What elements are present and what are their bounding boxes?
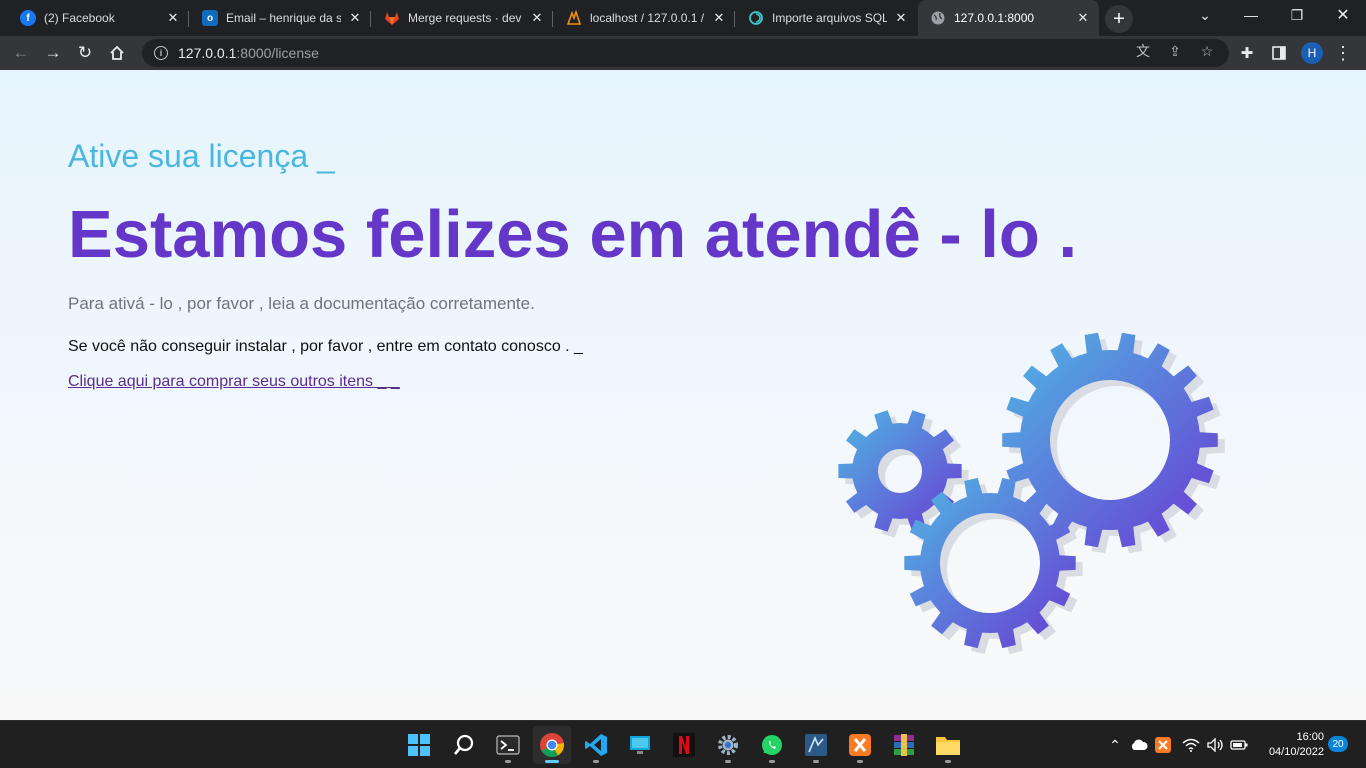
terminal-icon[interactable] (489, 726, 527, 764)
running-indicator (813, 760, 819, 763)
swirl-icon (748, 10, 764, 26)
tab-facebook[interactable]: f (2) Facebook ✕ (8, 3, 189, 33)
tab-separator (552, 11, 553, 27)
reload-icon[interactable]: ↻ (70, 38, 100, 68)
page-headline: Estamos felizes em atendê - lo . (68, 197, 1078, 272)
license-subtitle: Ative sua licença _ (68, 138, 335, 174)
translate-icon[interactable]: 文 (1134, 42, 1152, 60)
tab-current-page[interactable]: 127.0.0.1:8000 ✕ (918, 0, 1099, 36)
running-indicator (857, 760, 863, 763)
file-explorer-icon[interactable] (929, 726, 967, 764)
xampp-icon[interactable] (841, 726, 879, 764)
tray-overflow-icon[interactable]: ⌃ (1105, 735, 1125, 755)
running-indicator (945, 760, 951, 763)
buy-items-link[interactable]: Clique aqui para comprar seus outros ite… (68, 373, 400, 391)
running-indicator (593, 760, 599, 763)
clock-time: 16:00 (1296, 731, 1324, 743)
running-indicator (545, 760, 559, 763)
gear-bodies (838, 332, 1218, 649)
tab-importe-sql[interactable]: Importe arquivos SQL … ✕ (736, 3, 917, 33)
mysql-workbench-icon[interactable] (797, 726, 835, 764)
back-arrow-icon[interactable]: ← (6, 38, 36, 68)
page-content: Ative sua licença _ Estamos felizes em a… (0, 70, 1366, 720)
side-panel-icon[interactable] (1264, 38, 1294, 68)
clock[interactable]: 16:00 04/10/2022 (1258, 730, 1324, 760)
close-tab-icon[interactable]: ✕ (165, 10, 181, 26)
vscode-icon[interactable] (577, 726, 615, 764)
extensions-icon[interactable]: ✚ (1232, 38, 1262, 68)
tab-separator (734, 11, 735, 27)
notification-badge[interactable]: 20 (1328, 736, 1348, 752)
close-tab-icon[interactable]: ✕ (529, 10, 545, 26)
battery-icon[interactable] (1229, 735, 1249, 755)
close-window-button[interactable]: ✕ (1320, 0, 1366, 30)
tab-search-icon[interactable]: ⌄ (1182, 0, 1228, 30)
close-tab-icon[interactable]: ✕ (1075, 10, 1091, 26)
start-icon[interactable] (400, 726, 438, 764)
settings-icon[interactable] (709, 726, 747, 764)
tab-title: Merge requests · dev / … (408, 11, 523, 25)
site-info-icon[interactable]: i (154, 46, 168, 60)
new-tab-button[interactable]: + (1105, 5, 1133, 33)
running-indicator (769, 760, 775, 763)
netflix-icon[interactable] (665, 726, 703, 764)
volume-icon[interactable] (1205, 735, 1225, 755)
wifi-icon[interactable] (1181, 735, 1201, 755)
clock-date: 04/10/2022 (1268, 746, 1324, 758)
bookmark-star-icon[interactable]: ☆ (1198, 42, 1216, 60)
running-indicator (725, 760, 731, 763)
globe-icon (930, 10, 946, 26)
windows-taskbar: ⌃ 16:00 04/10/2022 (0, 720, 1366, 768)
close-tab-icon[interactable]: ✕ (711, 10, 727, 26)
gears-illustration (838, 332, 1225, 655)
menu-kebab-icon[interactable]: ⋮ (1328, 38, 1358, 68)
home-icon[interactable] (102, 38, 132, 68)
onedrive-icon[interactable] (1129, 735, 1149, 755)
tab-title: (2) Facebook (44, 11, 115, 25)
restore-button[interactable]: ❐ (1274, 0, 1320, 30)
tab-separator (370, 11, 371, 27)
tab-title: localhost / 127.0.0.1 / … (590, 11, 705, 25)
winrar-icon[interactable] (885, 726, 923, 764)
tab-merge-requests[interactable]: Merge requests · dev / … ✕ (372, 3, 553, 33)
tab-title: Importe arquivos SQL … (772, 11, 887, 25)
outlook-icon: o (202, 10, 218, 26)
phpmyadmin-icon (566, 10, 582, 26)
address-bar[interactable]: i 127.0.0.1:8000/license (142, 39, 1229, 67)
share-icon[interactable]: ⇪ (1166, 42, 1184, 60)
close-tab-icon[interactable]: ✕ (893, 10, 909, 26)
url-host: 127.0.0.1 (178, 45, 237, 61)
tab-separator (188, 11, 189, 27)
search-icon[interactable] (445, 726, 483, 764)
url-path: :8000/license (236, 45, 319, 61)
remote-desktop-icon[interactable] (621, 726, 659, 764)
gitlab-icon (384, 10, 400, 26)
running-indicator (505, 760, 511, 763)
tab-title: 127.0.0.1:8000 (954, 11, 1035, 25)
facebook-icon: f (20, 10, 36, 26)
tab-email[interactable]: o Email – henrique da silva ✕ (190, 3, 371, 33)
forward-arrow-icon[interactable]: → (38, 38, 68, 68)
tab-title: Email – henrique da silva (226, 11, 341, 25)
tab-localhost[interactable]: localhost / 127.0.0.1 / … ✕ (554, 3, 735, 33)
profile-avatar[interactable]: H (1301, 42, 1323, 64)
minimize-button[interactable]: — (1228, 0, 1274, 30)
tab-strip: f (2) Facebook ✕ o Email – henrique da s… (0, 0, 1366, 36)
xampp-tray-icon[interactable] (1153, 735, 1173, 755)
browser-toolbar: ← → ↻ i 127.0.0.1:8000/license 文 ⇪ ☆ ✚ ⋮ (0, 36, 1366, 70)
whatsapp-icon[interactable] (753, 726, 791, 764)
chrome-icon[interactable] (533, 726, 571, 764)
contact-text: Se você não conseguir instalar , por fav… (68, 338, 583, 355)
close-tab-icon[interactable]: ✕ (347, 10, 363, 26)
documentation-text: Para ativá - lo , por favor , leia a doc… (68, 294, 535, 313)
